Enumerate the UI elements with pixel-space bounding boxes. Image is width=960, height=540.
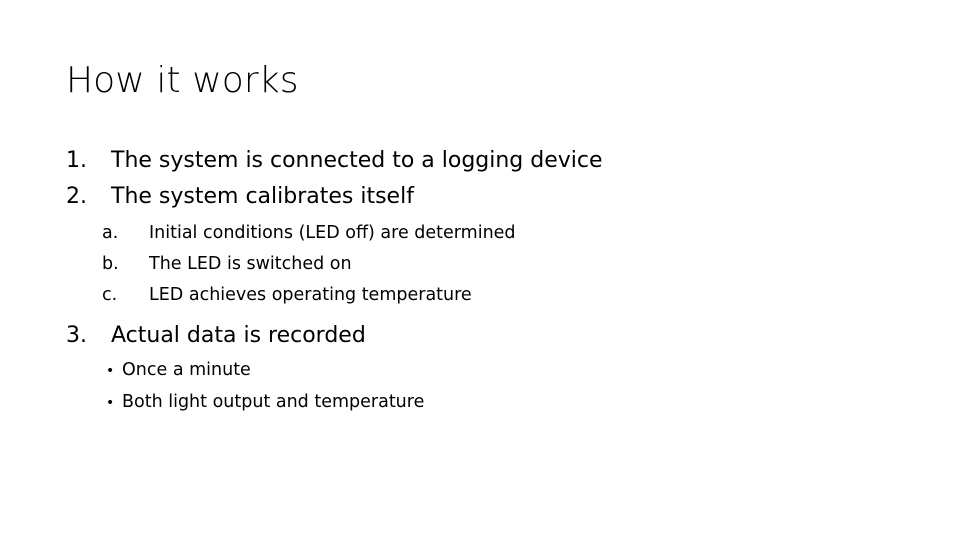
- sub-list-item: a. Initial conditions (LED off) are dete…: [0, 220, 960, 246]
- bullet-icon: •: [106, 363, 115, 379]
- list-marker: 1.: [66, 148, 87, 173]
- bullet-list: • Once a minute • Both light output and …: [0, 357, 960, 416]
- sub-list-item: b. The LED is switched on: [0, 251, 960, 277]
- sub-list-marker: a.: [102, 223, 119, 243]
- list-item-label: The system is connected to a logging dev…: [111, 148, 603, 173]
- slide-content-body: 1. The system is connected to a logging …: [0, 146, 960, 421]
- list-item-label: The system calibrates itself: [111, 184, 414, 209]
- list-item: 2. The system calibrates itself: [0, 182, 960, 211]
- sub-list: a. Initial conditions (LED off) are dete…: [0, 220, 960, 308]
- sub-list-item-label: LED achieves operating temperature: [149, 285, 472, 305]
- page-title: How it works: [66, 60, 299, 101]
- list-marker: 3.: [66, 323, 87, 348]
- bullet-list-item-label: Both light output and temperature: [122, 392, 425, 412]
- list-item-label: Actual data is recorded: [111, 323, 366, 348]
- sub-list-item-label: The LED is switched on: [149, 254, 352, 274]
- slide: How it works 1. The system is connected …: [0, 0, 960, 540]
- sub-list-item-label: Initial conditions (LED off) are determi…: [149, 223, 516, 243]
- list-marker: 2.: [66, 184, 87, 209]
- bullet-list-item-label: Once a minute: [122, 360, 251, 380]
- sub-list-marker: c.: [102, 285, 118, 305]
- sub-list-marker: b.: [102, 254, 119, 274]
- list-item: 1. The system is connected to a logging …: [0, 146, 960, 175]
- sub-list-item: c. LED achieves operating temperature: [0, 282, 960, 308]
- bullet-list-item: • Both light output and temperature: [0, 389, 960, 416]
- bullet-icon: •: [106, 395, 115, 411]
- bullet-list-item: • Once a minute: [0, 357, 960, 384]
- list-item: 3. Actual data is recorded: [0, 321, 960, 350]
